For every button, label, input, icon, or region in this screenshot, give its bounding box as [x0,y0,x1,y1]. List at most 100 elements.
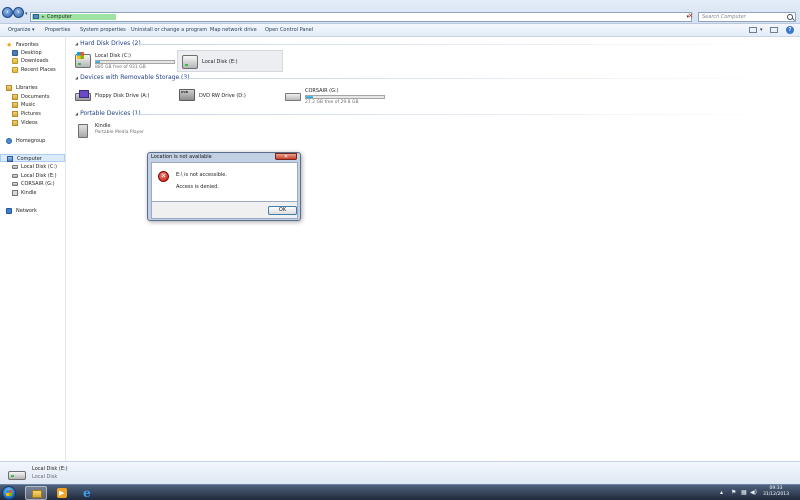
start-button[interactable] [2,486,16,500]
collapse-arrow-icon[interactable]: ◢ [75,41,78,46]
kindle-device-icon [12,190,18,196]
libraries-icon [6,85,12,91]
drive-tile-c[interactable]: Local Disk (C:) 885 GB free of 931 GB [71,50,177,72]
sidebar-label: Favorites [16,42,39,48]
tray-network-icon[interactable]: ▦ [741,489,747,496]
address-field[interactable]: ▸ Computer ▾ [30,12,692,22]
sidebar-label: Downloads [21,58,49,64]
sidebar-label: Local Disk (E:) [21,173,57,179]
sidebar-item-computer[interactable]: Computer [0,154,65,162]
sidebar-item-local-disk-c[interactable]: Local Disk (C:) [0,163,65,171]
error-icon: ✕ [158,171,169,182]
back-arrow-icon[interactable]: ‹ [2,7,13,18]
desktop-icon [12,50,18,56]
recent-pages-chevron-icon[interactable]: ▾ [25,11,28,17]
sidebar-label: Pictures [21,111,41,117]
drive-icon [12,174,18,178]
downloads-folder-icon [12,58,18,64]
windows-logo-icon [77,52,84,59]
breadcrumb-separator[interactable]: ▸ [42,13,45,21]
sidebar-label: Kindle [21,190,37,196]
drive-icon [12,165,18,169]
sidebar-item-favorites[interactable]: ★ Favorites [0,41,65,49]
group-header-portable-devices[interactable]: ◢ Portable Devices (1) [75,110,141,117]
sidebar-label: Recent Places [21,67,56,73]
ok-button[interactable]: OK [268,206,297,215]
drive-name: Local Disk (C:) [95,53,131,59]
drive-tile-corsair-g[interactable]: CORSAIR (G:) 27.2 GB free of 29.8 GB [281,85,391,107]
device-tile-kindle[interactable]: Kindle Portable Media Player [71,120,177,142]
collapse-arrow-icon[interactable]: ◢ [75,75,78,80]
group-divider [139,44,779,45]
taskbar-internet-explorer-button[interactable]: e [78,486,100,500]
sidebar-item-corsair-g[interactable]: CORSAIR (G:) [0,180,65,188]
sidebar-item-local-disk-e[interactable]: Local Disk (E:) [0,172,65,180]
drive-tile-dvd[interactable]: DVD RW Drive (D:) [175,85,281,107]
system-properties-button[interactable]: System properties [80,27,126,33]
search-placeholder: Search Computer [702,14,746,20]
breadcrumb-computer[interactable]: Computer [47,13,72,21]
sidebar-item-pictures[interactable]: Pictures [0,110,65,118]
star-icon: ★ [6,41,13,49]
stop-icon[interactable]: ✕ [686,11,695,22]
group-header-hard-disk-drives[interactable]: ◢ Hard Disk Drives (2) [75,40,141,47]
sidebar-item-desktop[interactable]: Desktop [0,49,65,57]
pictures-icon [12,111,18,117]
sidebar-item-music[interactable]: Music [0,101,65,109]
help-icon[interactable]: ? [786,26,794,34]
drive-tile-e[interactable]: Local Disk (E:) [177,50,283,72]
dialog-body: ✕ E:\ is not accessible. Access is denie… [151,162,298,202]
sidebar-label: Music [21,102,36,108]
drive-free-space: 27.2 GB free of 29.8 GB [305,100,359,105]
drive-name: DVD RW Drive (D:) [199,93,246,99]
sidebar-item-documents[interactable]: Documents [0,93,65,101]
sidebar-label: Homegroup [16,138,46,144]
device-name: Kindle [95,123,111,129]
drive-usage-fill [306,96,314,98]
search-icon[interactable] [787,14,793,20]
collapse-arrow-icon[interactable]: ◢ [75,111,78,116]
view-options-chevron-icon[interactable]: ▾ [760,27,763,33]
map-network-drive-button[interactable]: Map network drive [210,27,257,33]
taskbar-clock[interactable]: 09:33 31/12/2013 [758,486,794,498]
group-header-removable-storage[interactable]: ◢ Devices with Removable Storage (3) [75,74,190,81]
sidebar-label: Network [16,208,37,214]
sidebar-label: CORSAIR (G:) [21,181,55,187]
details-pane: Local Disk (E:) Local Disk [0,461,800,484]
content-pane: ◢ Hard Disk Drives (2) Local Disk (C:) 88… [67,37,800,461]
group-title: Hard Disk Drives (2) [80,40,141,47]
recent-places-icon [12,67,18,73]
hard-drive-icon [8,471,26,480]
sidebar-item-downloads[interactable]: Downloads [0,57,65,65]
sidebar-item-videos[interactable]: Videos [0,119,65,127]
uninstall-program-button[interactable]: Uninstall or change a program [131,27,207,33]
sidebar-item-homegroup[interactable]: Homegroup [0,137,65,145]
taskbar-media-player-button[interactable] [51,486,73,500]
forward-arrow-icon[interactable]: › [13,7,24,18]
computer-icon [7,156,13,162]
group-divider [179,78,779,79]
tray-volume-icon[interactable]: ◀) [750,489,757,496]
open-control-panel-button[interactable]: Open Control Panel [265,27,313,33]
preview-pane-icon[interactable] [770,27,778,33]
drive-usage-fill [96,61,100,63]
device-type: Portable Media Player [95,130,144,135]
taskbar-explorer-button[interactable] [25,486,47,500]
drive-tile-floppy[interactable]: Floppy Disk Drive (A:) [71,85,177,107]
usb-drive-icon [285,93,301,101]
sidebar-item-recent-places[interactable]: Recent Places [0,66,65,74]
search-input[interactable]: Search Computer [698,12,796,22]
hard-drive-icon [75,52,91,68]
properties-button[interactable]: Properties [45,27,70,33]
sidebar-item-network[interactable]: Network [0,207,65,215]
sidebar-label: Documents [21,94,50,100]
group-title: Portable Devices (1) [80,110,141,117]
tray-flag-icon[interactable]: ⚑ [731,489,736,496]
sidebar-item-kindle[interactable]: Kindle [0,189,65,197]
change-view-icon[interactable] [749,27,757,33]
organize-button[interactable]: Organize ▾ [8,27,35,33]
drive-name: CORSAIR (G:) [305,88,339,94]
dialog-close-button[interactable]: ✕ [275,153,297,160]
sidebar-item-libraries[interactable]: Libraries [0,84,65,92]
tray-chevron-up-icon[interactable]: ▴ [720,489,723,496]
